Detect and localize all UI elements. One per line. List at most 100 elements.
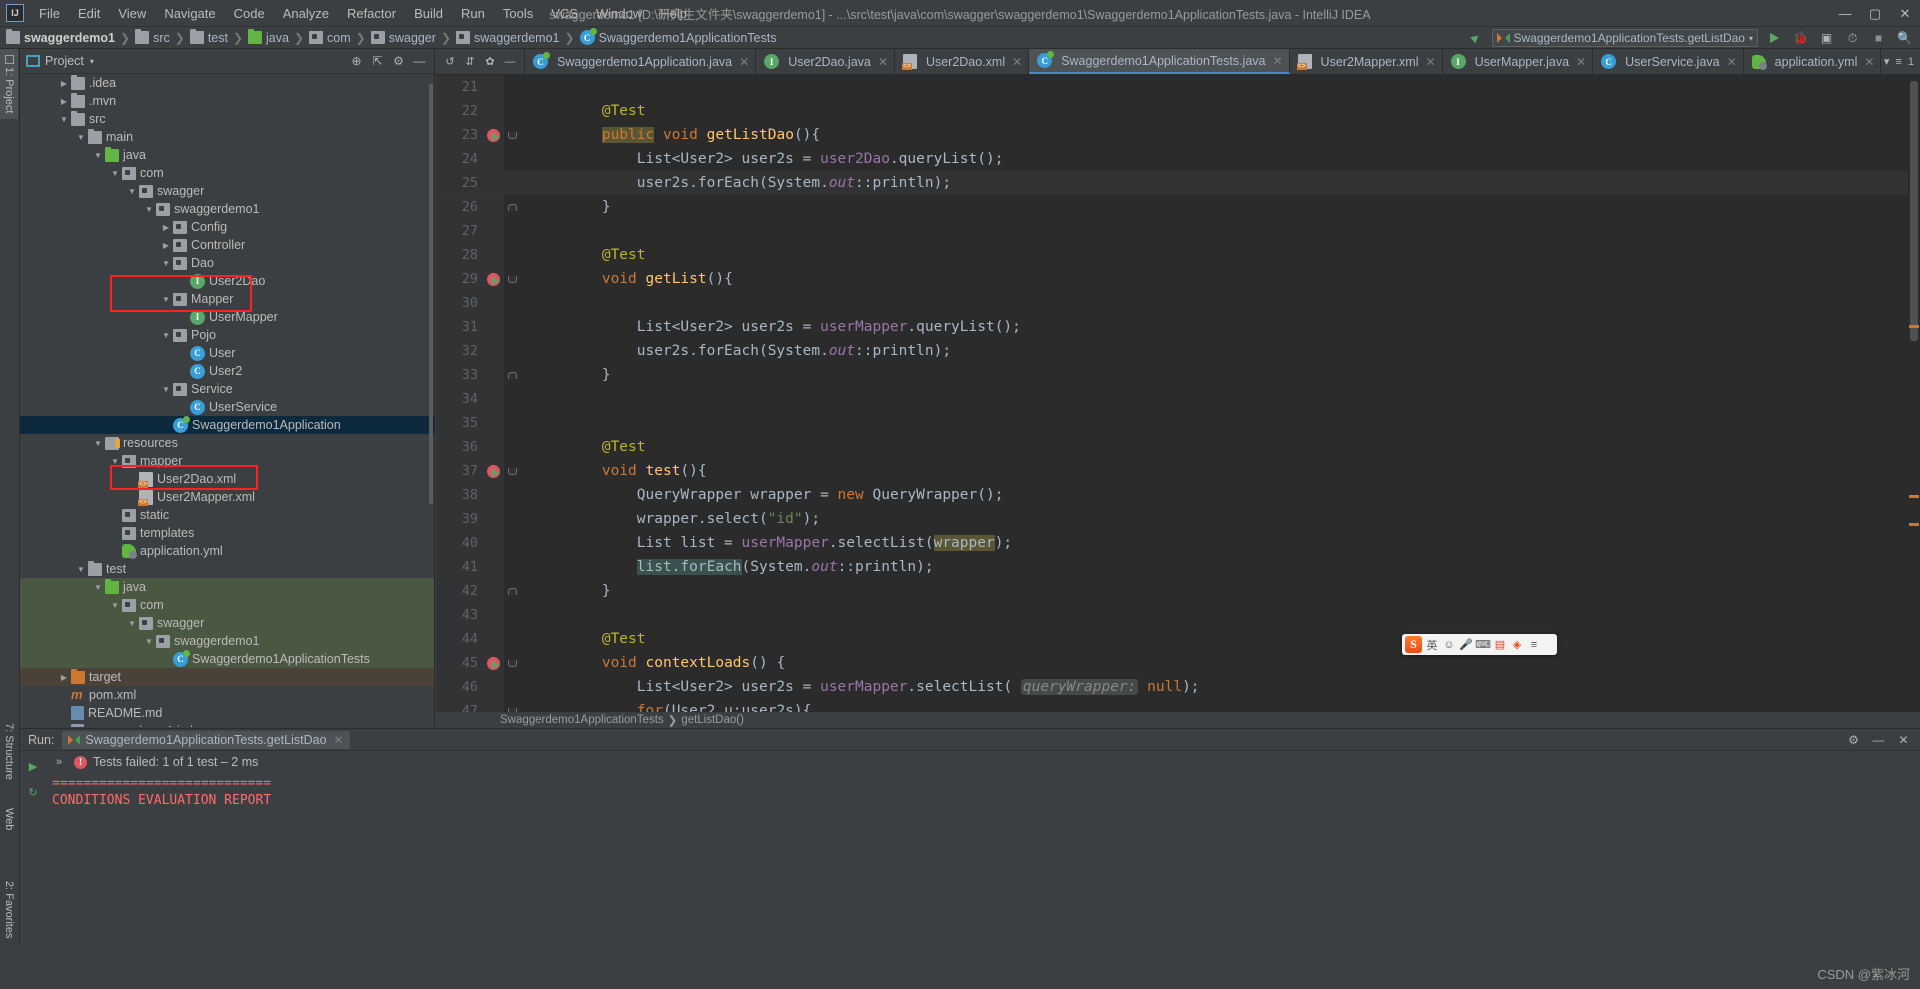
- code-line[interactable]: 38 QueryWrapper wrapper = new QueryWrapp…: [436, 483, 1920, 507]
- code-line[interactable]: 45 void contextLoads() {: [436, 651, 1920, 675]
- stripe-button-structure[interactable]: 7: Structure: [0, 717, 18, 786]
- menu-analyze[interactable]: Analyze: [274, 2, 338, 25]
- tree-item-application-yml[interactable]: application.yml: [20, 542, 434, 560]
- close-icon[interactable]: ✕: [1727, 55, 1737, 69]
- profile-button[interactable]: ⏱: [1843, 29, 1862, 48]
- chevron-down-icon[interactable]: ▾: [1884, 55, 1890, 68]
- editor-scrollbar[interactable]: [1908, 75, 1920, 727]
- editor-tabs-overflow[interactable]: ▾ ≡ 1: [1884, 49, 1920, 74]
- run-test-gutter-icon[interactable]: [486, 128, 500, 142]
- tree-item-pom-xml[interactable]: m pom.xml: [20, 686, 434, 704]
- maximize-button[interactable]: ▢: [1860, 0, 1890, 27]
- code-line[interactable]: 31 List<User2> user2s = userMapper.query…: [436, 315, 1920, 339]
- console-output[interactable]: ============================ CONDITIONS …: [46, 773, 1920, 989]
- hide-icon[interactable]: —: [501, 53, 519, 71]
- tree-item-mapper[interactable]: ▼ Mapper: [20, 290, 434, 308]
- tree-toggle-down-icon[interactable]: ▼: [74, 130, 88, 144]
- rerun-failed-button[interactable]: ↻: [24, 783, 42, 801]
- code-line[interactable]: 25 user2s.forEach(System.out::println);: [436, 171, 1920, 195]
- tree-item-user2dao-xml[interactable]: User2Dao.xml: [20, 470, 434, 488]
- run-test-gutter-icon[interactable]: [486, 272, 500, 286]
- tree-toggle-down-icon[interactable]: ▼: [159, 328, 173, 342]
- tree-toggle-down-icon[interactable]: ▼: [108, 166, 122, 180]
- menu-file[interactable]: File: [30, 2, 69, 25]
- tree-item-pojo[interactable]: ▼ Pojo: [20, 326, 434, 344]
- tree-item-test[interactable]: ▼ test: [20, 560, 434, 578]
- locate-icon[interactable]: ⊕: [348, 53, 365, 70]
- editor-tab-swaggerdemo1application-java[interactable]: C Swaggerdemo1Application.java ✕: [525, 49, 757, 74]
- run-configuration-selector[interactable]: Swaggerdemo1ApplicationTests.getListDao …: [1491, 29, 1758, 47]
- close-button[interactable]: ✕: [1890, 0, 1920, 27]
- editor-tab-user2dao-xml[interactable]: User2Dao.xml ✕: [895, 49, 1030, 74]
- tree-toggle-right-icon[interactable]: ▶: [57, 76, 71, 90]
- menu-window[interactable]: Window: [587, 2, 651, 25]
- run-panel-tab[interactable]: Swaggerdemo1ApplicationTests.getListDao …: [62, 730, 350, 749]
- close-icon[interactable]: ✕: [878, 55, 888, 69]
- tree-toggle-down-icon[interactable]: ▼: [159, 382, 173, 396]
- editor-tab-user2mapper-xml[interactable]: User2Mapper.xml ✕: [1290, 49, 1443, 74]
- code-fold-open-icon[interactable]: [507, 659, 517, 667]
- skin-icon[interactable]: ◈: [1510, 636, 1524, 653]
- close-icon[interactable]: ✕: [739, 55, 749, 69]
- tree-item-user2mapper-xml[interactable]: User2Mapper.xml: [20, 488, 434, 506]
- error-stripe-mark[interactable]: [1909, 523, 1919, 526]
- editor-tab-swaggerdemo1applicationtests-java[interactable]: C Swaggerdemo1ApplicationTests.java ✕: [1029, 49, 1290, 74]
- menu-view[interactable]: View: [109, 2, 155, 25]
- tree-toggle-right-icon[interactable]: ▶: [57, 670, 71, 684]
- breadcrumb-item-test[interactable]: test: [188, 29, 230, 46]
- smiley-icon[interactable]: ☺: [1442, 636, 1456, 653]
- menu-navigate[interactable]: Navigate: [155, 2, 224, 25]
- code-fold-close-icon[interactable]: [507, 203, 517, 211]
- error-stripe-mark[interactable]: [1909, 495, 1919, 498]
- toolbox-icon[interactable]: ▤: [1493, 636, 1507, 653]
- menu-edit[interactable]: Edit: [69, 2, 109, 25]
- gear-icon[interactable]: ✿: [481, 53, 499, 71]
- breadcrumb-item-project[interactable]: swaggerdemo1: [4, 29, 117, 46]
- expand-icon[interactable]: »: [50, 753, 68, 771]
- breadcrumb-item-java[interactable]: java: [246, 29, 291, 46]
- tree-toggle-down-icon[interactable]: ▼: [91, 148, 105, 162]
- code-editor[interactable]: 21 22 @Test 23 public void getListDao(){24…: [436, 75, 1920, 727]
- tree-toggle-down-icon[interactable]: ▼: [91, 436, 105, 450]
- close-icon[interactable]: ✕: [1426, 55, 1436, 69]
- tree-item-main[interactable]: ▼ main: [20, 128, 434, 146]
- code-line[interactable]: 28 @Test: [436, 243, 1920, 267]
- code-line[interactable]: 44 @Test: [436, 627, 1920, 651]
- tree-toggle-right-icon[interactable]: ▶: [57, 94, 71, 108]
- breadcrumb-item-swagger[interactable]: swagger: [369, 30, 438, 46]
- collapse-all-icon[interactable]: ⇱: [369, 53, 386, 70]
- code-line[interactable]: 42 }: [436, 579, 1920, 603]
- code-line[interactable]: 36 @Test: [436, 435, 1920, 459]
- close-icon[interactable]: ✕: [1272, 54, 1282, 68]
- run-test-gutter-icon[interactable]: [486, 464, 500, 478]
- code-line[interactable]: 29 void getList(){: [436, 267, 1920, 291]
- code-line[interactable]: 22 @Test: [436, 99, 1920, 123]
- tree-toggle-down-icon[interactable]: ▼: [142, 634, 156, 648]
- tree-item-service[interactable]: ▼ Service: [20, 380, 434, 398]
- tree-item-resources[interactable]: ▼ resources: [20, 434, 434, 452]
- run-test-gutter-icon[interactable]: [486, 656, 500, 670]
- tree-item-src[interactable]: ▼ src: [20, 110, 434, 128]
- tree-toggle-down-icon[interactable]: ▼: [74, 562, 88, 576]
- tree-toggle-down-icon[interactable]: ▼: [159, 256, 173, 270]
- tree-item-swaggerdemo1[interactable]: ▼ swaggerdemo1: [20, 200, 434, 218]
- search-everywhere-icon[interactable]: 🔍: [1895, 29, 1914, 48]
- keyboard-icon[interactable]: ⌨: [1475, 636, 1491, 653]
- tree-item-swaggerdemo1-iml[interactable]: swaggerdemo1.iml: [20, 722, 434, 727]
- tree-toggle-right-icon[interactable]: ▶: [159, 238, 173, 252]
- code-fold-open-icon[interactable]: [507, 467, 517, 475]
- tree-item-usermapper[interactable]: I UserMapper: [20, 308, 434, 326]
- menu-tools[interactable]: Tools: [494, 2, 542, 25]
- tree-item-target[interactable]: ▶ target: [20, 668, 434, 686]
- code-line[interactable]: 46 List<User2> user2s = userMapper.selec…: [436, 675, 1920, 699]
- minimize-button[interactable]: —: [1830, 0, 1860, 27]
- tree-item-swagger[interactable]: ▼ swagger: [20, 182, 434, 200]
- menu-help[interactable]: Help: [651, 2, 696, 25]
- history-icon[interactable]: ↺: [441, 53, 459, 71]
- tree-toggle-down-icon[interactable]: ▼: [108, 598, 122, 612]
- tree-item-user2dao[interactable]: I User2Dao: [20, 272, 434, 290]
- tab-list-icon[interactable]: ≡: [1895, 56, 1901, 68]
- code-line[interactable]: 26 }: [436, 195, 1920, 219]
- code-line[interactable]: 33 }: [436, 363, 1920, 387]
- breadcrumb-item-class[interactable]: C Swaggerdemo1ApplicationTests: [578, 28, 779, 46]
